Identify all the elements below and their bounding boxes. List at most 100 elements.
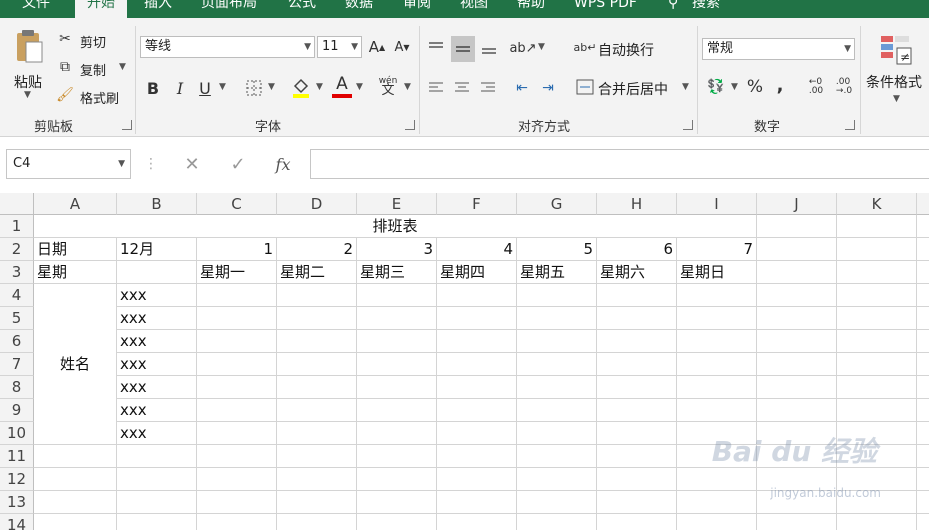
cell-i6[interactable] [677,330,757,353]
name-box[interactable]: C4 ▼ [6,149,131,179]
cell-j3[interactable] [757,261,837,284]
wrap-text-button[interactable]: 自动换行 [598,40,654,60]
align-right-icon[interactable] [478,78,498,98]
cell-h12[interactable] [597,468,677,491]
cell-h3[interactable]: 星期六 [597,261,677,284]
more-options-icon[interactable]: ⋮ [144,155,158,173]
row-header-6[interactable]: 6 [0,330,34,353]
cell-c12[interactable] [197,468,277,491]
cancel-icon[interactable]: ✕ [182,153,202,175]
format-painter-icon[interactable]: 🖌 [56,86,74,104]
cell-c9[interactable] [197,399,277,422]
font-launcher-icon[interactable] [405,120,415,130]
cell-b3[interactable] [117,261,197,284]
row-header-4[interactable]: 4 [0,284,34,307]
cell-e4[interactable] [357,284,437,307]
cell-h10[interactable] [597,422,677,445]
phonetic-dropdown-icon[interactable]: ▼ [404,82,411,92]
cell-e8[interactable] [357,376,437,399]
cell-c5[interactable] [197,307,277,330]
cell-l10[interactable] [917,422,929,445]
merge-center-button[interactable]: 合并后居中 [598,79,668,99]
cell-d13[interactable] [277,491,357,514]
column-header-e[interactable]: E [357,193,437,215]
cell-b2[interactable]: 12月 [117,238,197,261]
cell-h9[interactable] [597,399,677,422]
row-header-3[interactable]: 3 [0,261,34,284]
cell-k14[interactable] [837,514,917,530]
cell-l12[interactable] [917,468,929,491]
column-header-b[interactable]: B [117,193,197,215]
row-header-7[interactable]: 7 [0,353,34,376]
cell-c3[interactable]: 星期一 [197,261,277,284]
cut-button[interactable]: 剪切 [80,32,106,51]
cell-i7[interactable] [677,353,757,376]
cell-c7[interactable] [197,353,277,376]
cell-g7[interactable] [517,353,597,376]
cell-g10[interactable] [517,422,597,445]
cell-k7[interactable] [837,353,917,376]
select-all-corner[interactable] [0,193,34,215]
cell-g9[interactable] [517,399,597,422]
column-header-f[interactable]: F [437,193,517,215]
cell-g3[interactable]: 星期五 [517,261,597,284]
cell-k2[interactable] [837,238,917,261]
cell-g11[interactable] [517,445,597,468]
cell-j14[interactable] [757,514,837,530]
cell-c11[interactable] [197,445,277,468]
tab-page-layout[interactable]: 页面布局 [201,0,257,18]
cell-h7[interactable] [597,353,677,376]
name-label-cell[interactable]: 姓名 [34,284,117,445]
borders-dropdown-icon[interactable]: ▼ [268,82,275,92]
cell-b14[interactable] [117,514,197,530]
row-header-13[interactable]: 13 [0,491,34,514]
decrease-font-icon[interactable]: A ▼ [393,38,411,56]
borders-icon[interactable] [244,78,264,98]
cell-l13[interactable] [917,491,929,514]
paste-dropdown-icon[interactable]: ▼ [24,90,31,100]
cell-a13[interactable] [34,491,117,514]
cell-k6[interactable] [837,330,917,353]
cell-l11[interactable] [917,445,929,468]
cell-f2[interactable]: 4 [437,238,517,261]
cell-l14[interactable] [917,514,929,530]
tab-wps-pdf[interactable]: WPS PDF [574,0,637,18]
underline-dropdown-icon[interactable]: ▼ [219,82,226,92]
cell-k9[interactable] [837,399,917,422]
font-size-select[interactable]: 11 ▼ [317,36,362,58]
cell-j9[interactable] [757,399,837,422]
cell-d10[interactable] [277,422,357,445]
cell-i8[interactable] [677,376,757,399]
cell-l5[interactable] [917,307,929,330]
merge-dropdown-icon[interactable]: ▼ [682,82,689,92]
cell-a2[interactable]: 日期 [34,238,117,261]
cell-h8[interactable] [597,376,677,399]
cell-d3[interactable]: 星期二 [277,261,357,284]
cell-g5[interactable] [517,307,597,330]
cell-e14[interactable] [357,514,437,530]
cell-e2[interactable]: 3 [357,238,437,261]
increase-indent-icon[interactable]: ⇥ [538,78,558,98]
cell-e6[interactable] [357,330,437,353]
row-header-8[interactable]: 8 [0,376,34,399]
cell-d11[interactable] [277,445,357,468]
cell-h6[interactable] [597,330,677,353]
font-name-select[interactable]: 等线 ▼ [140,36,315,58]
tab-help[interactable]: 帮助 [517,0,545,18]
cell-c8[interactable] [197,376,277,399]
column-header-d[interactable]: D [277,193,357,215]
cell-h5[interactable] [597,307,677,330]
align-top-icon[interactable] [426,38,446,58]
row-header-11[interactable]: 11 [0,445,34,468]
number-format-select[interactable]: 常规 ▼ [702,38,855,60]
cell-k1[interactable] [837,215,917,238]
cell-j1[interactable] [757,215,837,238]
tab-view[interactable]: 视图 [460,0,488,18]
column-header-k[interactable]: K [837,193,917,215]
cell-i2[interactable]: 7 [677,238,757,261]
cell-k8[interactable] [837,376,917,399]
conditional-format-dropdown-icon[interactable]: ▼ [893,94,900,104]
column-header-a[interactable]: A [34,193,117,215]
cell-j8[interactable] [757,376,837,399]
align-center-icon[interactable] [452,78,472,98]
